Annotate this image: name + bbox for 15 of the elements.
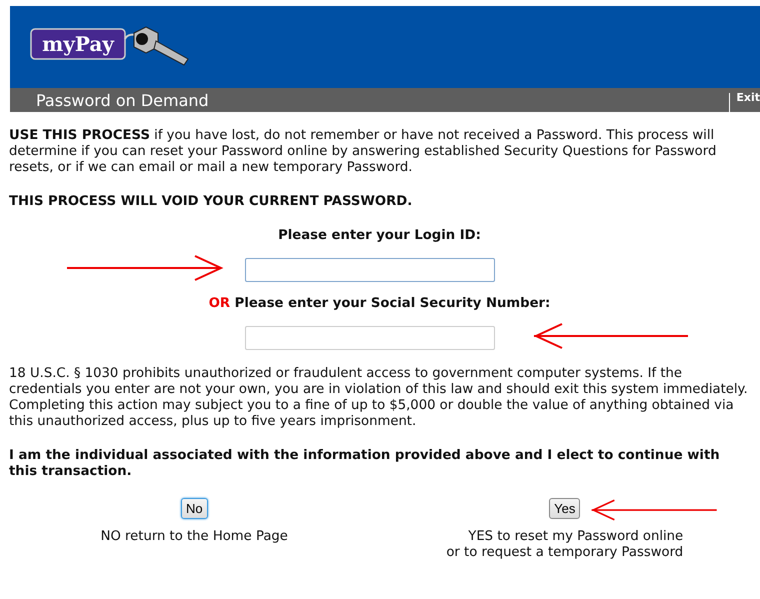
intro-text: USE THIS PROCESS if you have lost, do not remember or have not received a Password. This process will determine if you can reset your Password online by answering established Security Questions for Password resets, or if we can email or mail a new temporary Password. [9,128,718,176]
input-field[interactable] [244,258,494,282]
choice-button[interactable]: Yes [549,498,580,519]
input-field[interactable] [244,326,494,350]
warning-text: THIS PROCESS WILL VOID YOUR CURRENT PASSWORD. [9,194,414,210]
legal-notice: 18 U.S.C. § 1030 prohibits unauthorized or fraudulent access to government computer systems. If the credentials you enter are not your own, you are in violation of this law and should exit this system immediately. Completing this action may subject you to a fine of up to $5,000 or double the value of anything obtained via this unauthorized access, plus up to five years imprisonment. [9,366,749,430]
field-label: Please enter your Login ID: [278,228,481,244]
button-caption: NO return to the Home Page [100,529,288,545]
field-label: OR Please enter your Social Security Number: [208,296,550,312]
page-title: Password on Demand [35,91,209,112]
logo-drawing: myPay [30,25,190,69]
consent-text: I am the individual associated with the information provided above and I elect to continue with this transaction. [9,448,721,480]
button-caption: YES to reset my Password online or to request a temporary Password [446,529,684,561]
exit-link[interactable]: Exit [729,93,760,112]
choice-button[interactable]: No [180,498,208,519]
